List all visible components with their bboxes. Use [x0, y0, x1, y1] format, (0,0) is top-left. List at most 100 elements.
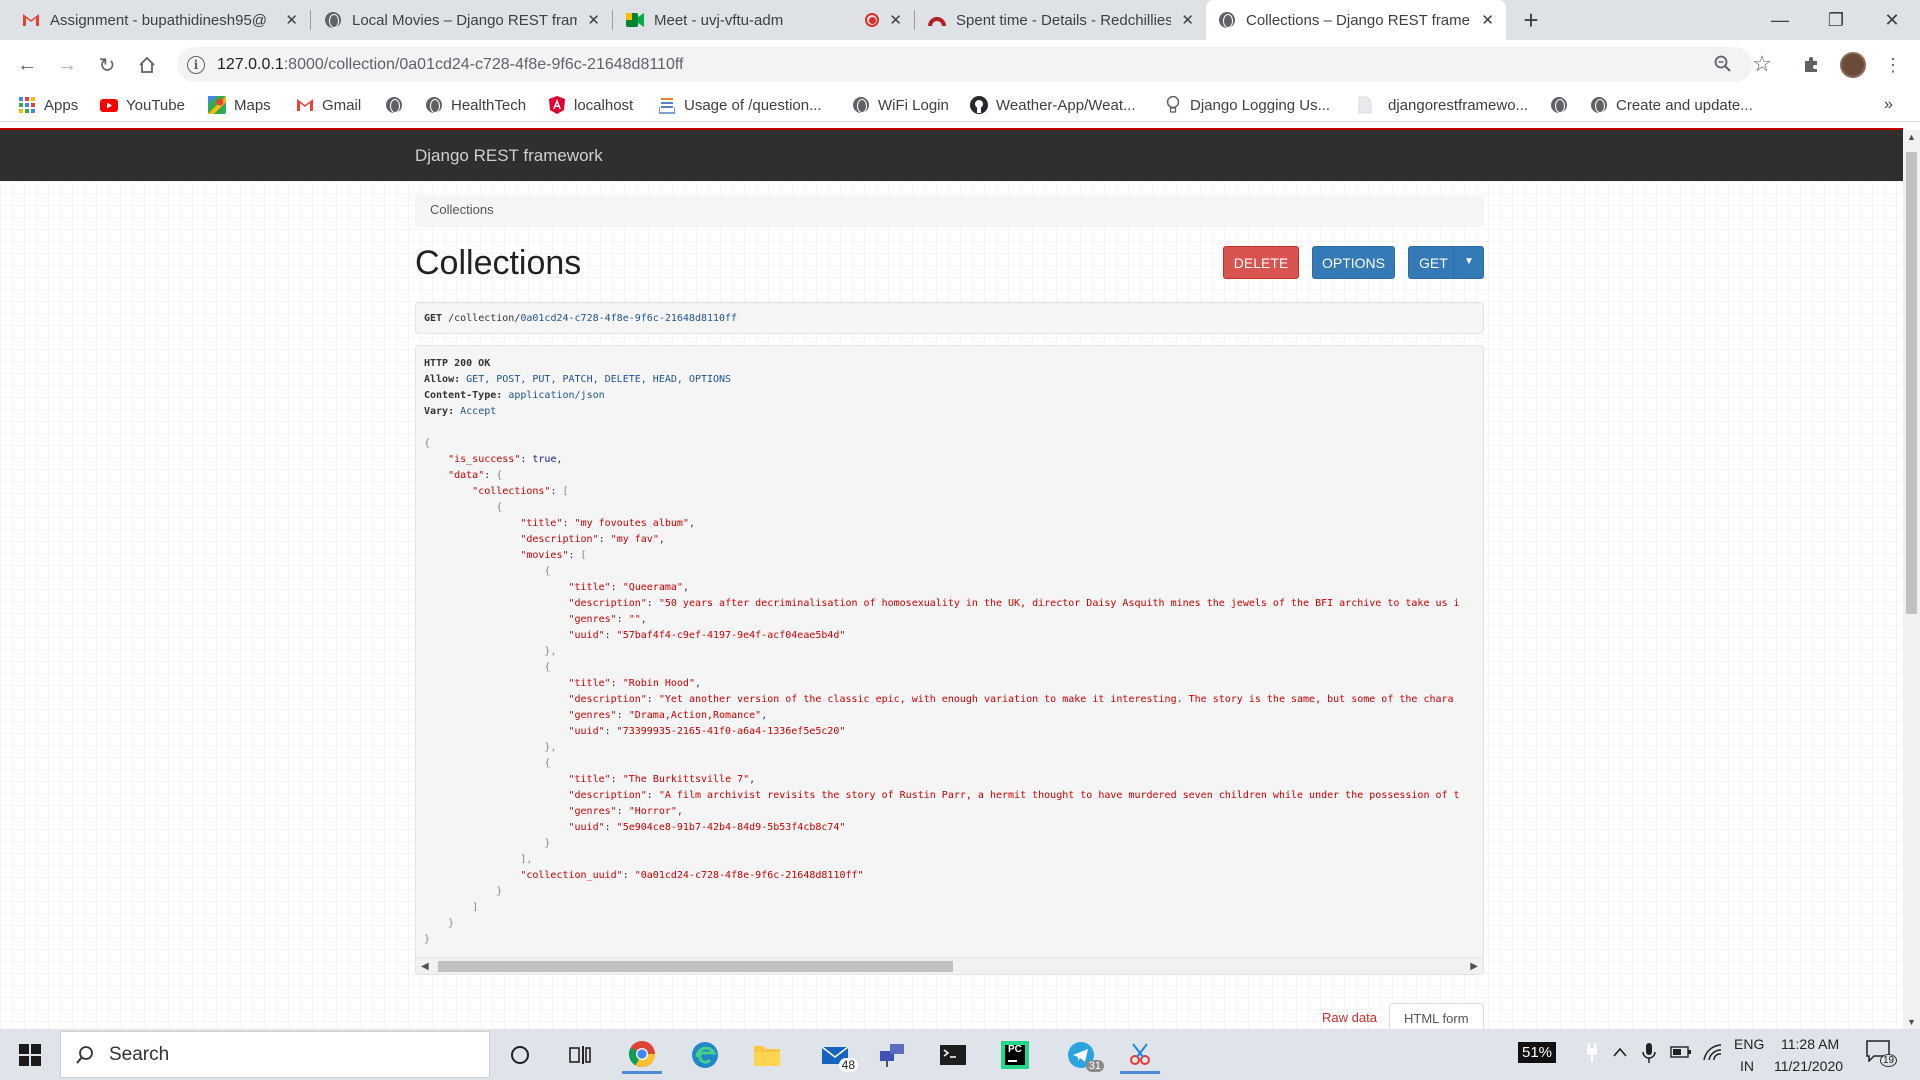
scrollbar-thumb[interactable] [1906, 152, 1917, 614]
get-button[interactable]: GET ▼ [1408, 246, 1484, 279]
window-close-button[interactable]: ✕ [1864, 0, 1920, 40]
delete-button[interactable]: DELETE [1223, 246, 1299, 279]
network-app-icon[interactable] [872, 1036, 912, 1074]
language-code[interactable]: ENG [1734, 1036, 1764, 1052]
bookmark-star-icon[interactable]: ☆ [1747, 49, 1777, 79]
language-region[interactable]: IN [1740, 1058, 1754, 1074]
bookmark-create-update[interactable]: Create and update... [1590, 94, 1753, 116]
close-icon[interactable]: ✕ [1481, 11, 1494, 29]
task-view-icon[interactable] [560, 1036, 600, 1074]
close-icon[interactable]: ✕ [285, 11, 298, 29]
telegram-icon[interactable]: 31 [1058, 1036, 1104, 1074]
bookmark-wifi-login[interactable]: WiFi Login [852, 94, 949, 116]
button-divider [1453, 247, 1454, 278]
windows-start-icon[interactable] [8, 1037, 52, 1073]
close-icon[interactable]: ✕ [1181, 11, 1194, 29]
response-status: HTTP 200 OK [424, 358, 491, 369]
bulb-icon [1164, 96, 1182, 114]
chrome-icon[interactable] [622, 1036, 662, 1074]
mail-icon[interactable]: 48 [810, 1036, 860, 1074]
bookmark-djangorestframework[interactable]: djangorestframewo... [1356, 94, 1528, 116]
back-button[interactable]: ← [12, 50, 42, 80]
scroll-right-icon[interactable]: ▶ [1470, 961, 1478, 972]
drf-brand[interactable]: Django REST framework [415, 146, 603, 166]
zoom-icon[interactable] [1708, 49, 1738, 79]
bookmark-label: Apps [44, 96, 79, 114]
bookmark-label: Weather-App/Weat... [996, 96, 1136, 114]
header-name: Vary: [424, 406, 455, 417]
bookmark-django-logging[interactable]: Django Logging Us... [1164, 94, 1330, 116]
bookmark-globe[interactable] [1550, 94, 1576, 116]
close-icon[interactable]: ✕ [889, 11, 902, 29]
json-movie-genres: Drama,Action,Romance [634, 710, 756, 721]
tab-redmine[interactable]: Spent time - Details - Redchillies ✕ [916, 0, 1206, 40]
content-type-header-value: application/json [508, 390, 605, 401]
horizontal-scrollbar[interactable]: ◀ ▶ [416, 957, 1483, 974]
cortana-icon[interactable] [500, 1036, 540, 1074]
avatar[interactable] [1838, 50, 1868, 80]
address-bar[interactable]: i 127.0.0.1:8000/collection/0a01cd24-c72… [177, 47, 1752, 82]
globe-icon [425, 96, 443, 114]
gmail-icon [22, 11, 40, 29]
home-button[interactable] [132, 50, 162, 80]
bookmark-label: djangorestframewo... [1388, 96, 1529, 114]
bookmark-weather-app[interactable]: Weather-App/Weat... [970, 94, 1136, 116]
microphone-icon[interactable] [1642, 1042, 1656, 1068]
battery-status[interactable]: 51% [1518, 1042, 1557, 1063]
clock-time[interactable]: 11:28 AM [1781, 1036, 1839, 1052]
scrollbar-thumb[interactable] [438, 961, 953, 972]
tab-meet[interactable]: Meet - uvj-vftu-adm ✕ [614, 0, 914, 40]
forward-button[interactable]: → [52, 50, 82, 80]
bookmark-globe[interactable] [385, 94, 411, 116]
caret-down-icon[interactable]: ▼ [1464, 256, 1474, 267]
clock-date[interactable]: 11/21/2020 [1774, 1058, 1843, 1074]
bookmark-maps[interactable]: Maps [208, 94, 271, 116]
edge-icon[interactable] [685, 1036, 725, 1074]
scroll-down-icon[interactable]: ▼ [1907, 1017, 1916, 1027]
tab-separator [310, 10, 311, 30]
bookmarks-overflow-icon[interactable]: » [1884, 94, 1893, 116]
bookmark-label: localhost [574, 96, 634, 114]
tab-collections[interactable]: Collections – Django REST frame ✕ [1206, 0, 1506, 40]
reload-button[interactable]: ↻ [92, 50, 122, 80]
notification-icon[interactable]: 19 [1866, 1040, 1898, 1070]
vertical-scrollbar[interactable]: ▲ ▼ [1903, 130, 1920, 1029]
tab-raw-data[interactable]: Raw data [1310, 1003, 1389, 1029]
request-id-link[interactable]: 0a01cd24-c728-4f8e-9f6c-21648d8110ff [520, 313, 737, 324]
tab-gmail[interactable]: Assignment - bupathidinesh95@ ✕ [10, 0, 310, 40]
tab-html-form[interactable]: HTML form [1389, 1003, 1484, 1029]
url-text: 127.0.0.1:8000/collection/0a01cd24-c728-… [217, 55, 684, 73]
extensions-icon[interactable] [1796, 50, 1826, 80]
new-tab-button[interactable]: + [1516, 0, 1546, 40]
taskbar-search-input[interactable]: Search [60, 1031, 490, 1078]
pycharm-icon[interactable]: PC [995, 1036, 1035, 1074]
bookmark-gmail[interactable]: Gmail [296, 94, 361, 116]
restore-button[interactable]: ❐ [1808, 0, 1864, 40]
breadcrumb-item[interactable]: Collections [430, 202, 494, 217]
header-name: Content-Type: [424, 390, 503, 401]
scroll-left-icon[interactable]: ◀ [421, 961, 429, 972]
bookmark-youtube[interactable]: YouTube [100, 94, 185, 116]
bookmark-healthtech[interactable]: HealthTech [425, 94, 526, 116]
json-movie-description: 50 years after decriminalisation of homo… [664, 598, 1460, 609]
json-collection-description: my fav [616, 534, 653, 545]
scroll-up-icon[interactable]: ▲ [1907, 132, 1916, 142]
options-button[interactable]: OPTIONS [1312, 246, 1395, 279]
bookmark-stackoverflow[interactable]: Usage of /question... [658, 94, 822, 116]
chrome-menu-icon[interactable]: ⋮ [1878, 50, 1908, 80]
globe-icon [852, 96, 870, 114]
tray-expand-icon[interactable] [1612, 1045, 1628, 1062]
battery-icon[interactable] [1670, 1045, 1692, 1063]
tab-local-movies[interactable]: Local Movies – Django REST fram ✕ [312, 0, 612, 40]
file-explorer-icon[interactable] [747, 1036, 787, 1074]
close-icon[interactable]: ✕ [587, 11, 600, 29]
bookmark-label: YouTube [126, 96, 185, 114]
minimize-button[interactable]: — [1752, 0, 1808, 40]
bookmark-apps[interactable]: Apps [18, 94, 78, 116]
snipping-tool-icon[interactable] [1120, 1036, 1160, 1074]
bookmark-localhost[interactable]: localhost [548, 94, 633, 116]
site-info-icon[interactable]: i [187, 55, 205, 74]
terminal-icon[interactable] [933, 1036, 973, 1074]
github-icon [970, 96, 988, 114]
wifi-icon[interactable] [1702, 1043, 1722, 1065]
